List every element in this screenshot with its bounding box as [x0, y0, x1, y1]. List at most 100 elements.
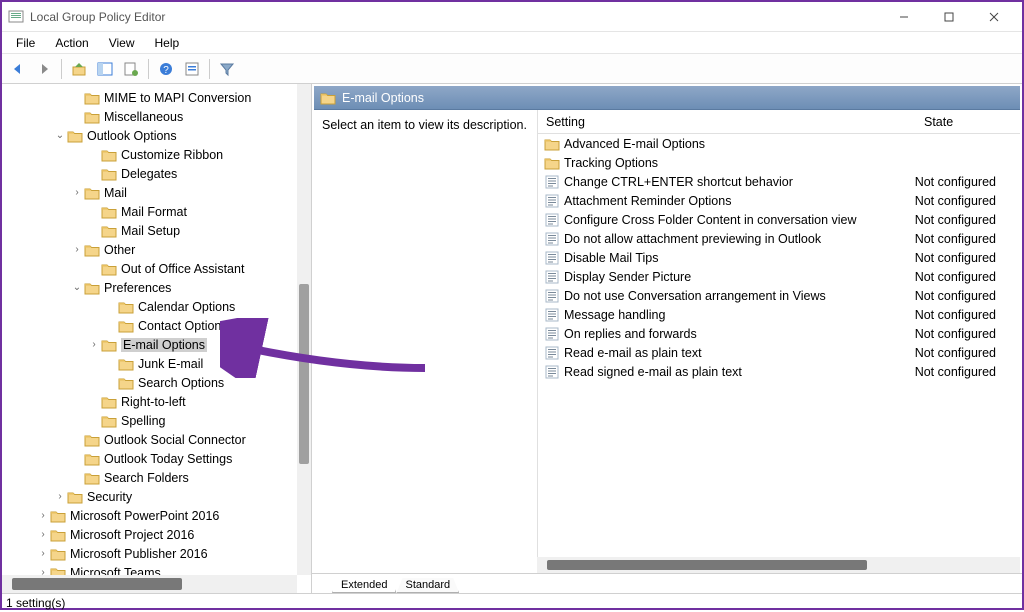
maximize-button[interactable]: [926, 3, 971, 31]
forward-button[interactable]: [32, 57, 56, 81]
tree-horizontal-scrollbar[interactable]: [2, 575, 297, 593]
chevron-down-icon[interactable]: ⌄: [70, 282, 84, 293]
list-row[interactable]: Change CTRL+ENTER shortcut behaviorNot c…: [538, 172, 1020, 191]
tree-node-label: Customize Ribbon: [121, 148, 223, 162]
up-button[interactable]: [67, 57, 91, 81]
list-row[interactable]: Attachment Reminder Options Not configure…: [538, 191, 1020, 210]
list-row[interactable]: Read e-mail as plain textNot configured: [538, 343, 1020, 362]
chevron-right-icon[interactable]: ›: [70, 244, 84, 255]
tree-node[interactable]: › Microsoft PowerPoint 2016: [2, 506, 297, 525]
tree-node[interactable]: Search Options: [2, 373, 297, 392]
tree-node-label: Spelling: [121, 414, 165, 428]
list-row[interactable]: Read signed e-mail as plain textNot conf…: [538, 362, 1020, 381]
list-row[interactable]: Display Sender PictureNot configured: [538, 267, 1020, 286]
list-row[interactable]: Do not use Conversation arrangement in V…: [538, 286, 1020, 305]
folder-icon: [50, 509, 66, 523]
policy-icon: [544, 194, 560, 208]
tree-node[interactable]: Junk E-mail: [2, 354, 297, 373]
back-button[interactable]: [6, 57, 30, 81]
menu-help[interactable]: Help: [145, 34, 190, 52]
chevron-right-icon[interactable]: ›: [36, 548, 50, 559]
tree-node[interactable]: MIME to MAPI Conversion: [2, 88, 297, 107]
close-button[interactable]: [971, 3, 1016, 31]
menu-bar: File Action View Help: [2, 32, 1022, 54]
tree-node[interactable]: ›Mail: [2, 183, 297, 202]
show-hide-tree-button[interactable]: [93, 57, 117, 81]
menu-action[interactable]: Action: [45, 34, 98, 52]
tree-node[interactable]: Right-to-left: [2, 392, 297, 411]
tree-node[interactable]: ›Microsoft Project 2016: [2, 525, 297, 544]
help-button[interactable]: ?: [154, 57, 178, 81]
tree-node-label: Miscellaneous: [104, 110, 183, 124]
tree-node[interactable]: ›Microsoft Publisher 2016: [2, 544, 297, 563]
tree-node[interactable]: ›Microsoft Teams: [2, 563, 297, 575]
tree-node[interactable]: ›Other: [2, 240, 297, 259]
chevron-right-icon[interactable]: ›: [36, 510, 50, 521]
setting-state: Not configured: [915, 327, 1020, 341]
tree-node[interactable]: Calendar Options: [2, 297, 297, 316]
setting-name: Attachment Reminder Options: [564, 194, 731, 208]
setting-state: Not configured: [915, 270, 1020, 284]
tree-node[interactable]: Delegates: [2, 164, 297, 183]
list-row[interactable]: Tracking Options: [538, 153, 1020, 172]
tree-node[interactable]: Miscellaneous: [2, 107, 297, 126]
folder-icon: [84, 471, 100, 485]
list-row[interactable]: Disable Mail TipsNot configured: [538, 248, 1020, 267]
list-header[interactable]: Setting State: [538, 110, 1020, 134]
filter-button[interactable]: [215, 57, 239, 81]
tree-node[interactable]: ⌄Preferences: [2, 278, 297, 297]
menu-view[interactable]: View: [99, 34, 145, 52]
details-title: E-mail Options: [342, 91, 424, 105]
tree-node[interactable]: › Security: [2, 487, 297, 506]
setting-name: Do not use Conversation arrangement in V…: [564, 289, 826, 303]
tree-node[interactable]: Outlook Today Settings: [2, 449, 297, 468]
tree-node-label: Security: [87, 490, 132, 504]
setting-state: Not configured: [915, 251, 1020, 265]
tree-node[interactable]: Out of Office Assistant: [2, 259, 297, 278]
export-button[interactable]: [119, 57, 143, 81]
properties-button[interactable]: [180, 57, 204, 81]
setting-state: Not configured: [915, 289, 1020, 303]
list-horizontal-scrollbar[interactable]: [537, 557, 1020, 573]
tab-standard[interactable]: Standard: [396, 578, 459, 593]
list-row[interactable]: Advanced E-mail Options: [538, 134, 1020, 153]
chevron-right-icon[interactable]: ›: [36, 529, 50, 540]
folder-icon: [118, 300, 134, 314]
setting-name: Read e-mail as plain text: [564, 346, 702, 360]
tree-node[interactable]: Outlook Social Connector: [2, 430, 297, 449]
tree-node-label: Calendar Options: [138, 300, 235, 314]
tree-vertical-scrollbar[interactable]: [297, 84, 311, 575]
tree-node[interactable]: Search Folders: [2, 468, 297, 487]
tree-node[interactable]: Mail Setup: [2, 221, 297, 240]
column-setting[interactable]: Setting: [538, 111, 908, 133]
menu-file[interactable]: File: [6, 34, 45, 52]
tree-node[interactable]: Mail Format: [2, 202, 297, 221]
chevron-right-icon[interactable]: ›: [70, 187, 84, 198]
folder-icon: [101, 262, 117, 276]
setting-state: Not configured: [915, 194, 1020, 208]
list-row[interactable]: Do not allow attachment previewing in Ou…: [538, 229, 1020, 248]
policy-icon: [544, 346, 560, 360]
column-state[interactable]: State: [908, 111, 1020, 133]
list-row[interactable]: Message handlingNot configured: [538, 305, 1020, 324]
list-row[interactable]: Configure Cross Folder Content in conver…: [538, 210, 1020, 229]
folder-icon: [50, 566, 66, 576]
chevron-right-icon[interactable]: ›: [36, 567, 50, 575]
tree-node[interactable]: ⌄Outlook Options: [2, 126, 297, 145]
list-row[interactable]: On replies and forwardsNot configured: [538, 324, 1020, 343]
tree-node-label: Microsoft PowerPoint 2016: [70, 509, 219, 523]
details-header: E-mail Options: [314, 86, 1020, 110]
chevron-right-icon[interactable]: ›: [87, 339, 101, 350]
toolbar: ?: [2, 54, 1022, 84]
chevron-right-icon[interactable]: ›: [53, 491, 67, 502]
folder-icon: [84, 243, 100, 257]
tree-node-label: Out of Office Assistant: [121, 262, 244, 276]
minimize-button[interactable]: [881, 3, 926, 31]
chevron-down-icon[interactable]: ⌄: [53, 130, 67, 141]
folder-icon: [118, 376, 134, 390]
tree-node[interactable]: Contact Options: [2, 316, 297, 335]
tab-extended[interactable]: Extended: [332, 578, 396, 593]
tree-node[interactable]: Spelling: [2, 411, 297, 430]
tree-node[interactable]: ›E-mail Options: [2, 335, 297, 354]
tree-node[interactable]: Customize Ribbon: [2, 145, 297, 164]
